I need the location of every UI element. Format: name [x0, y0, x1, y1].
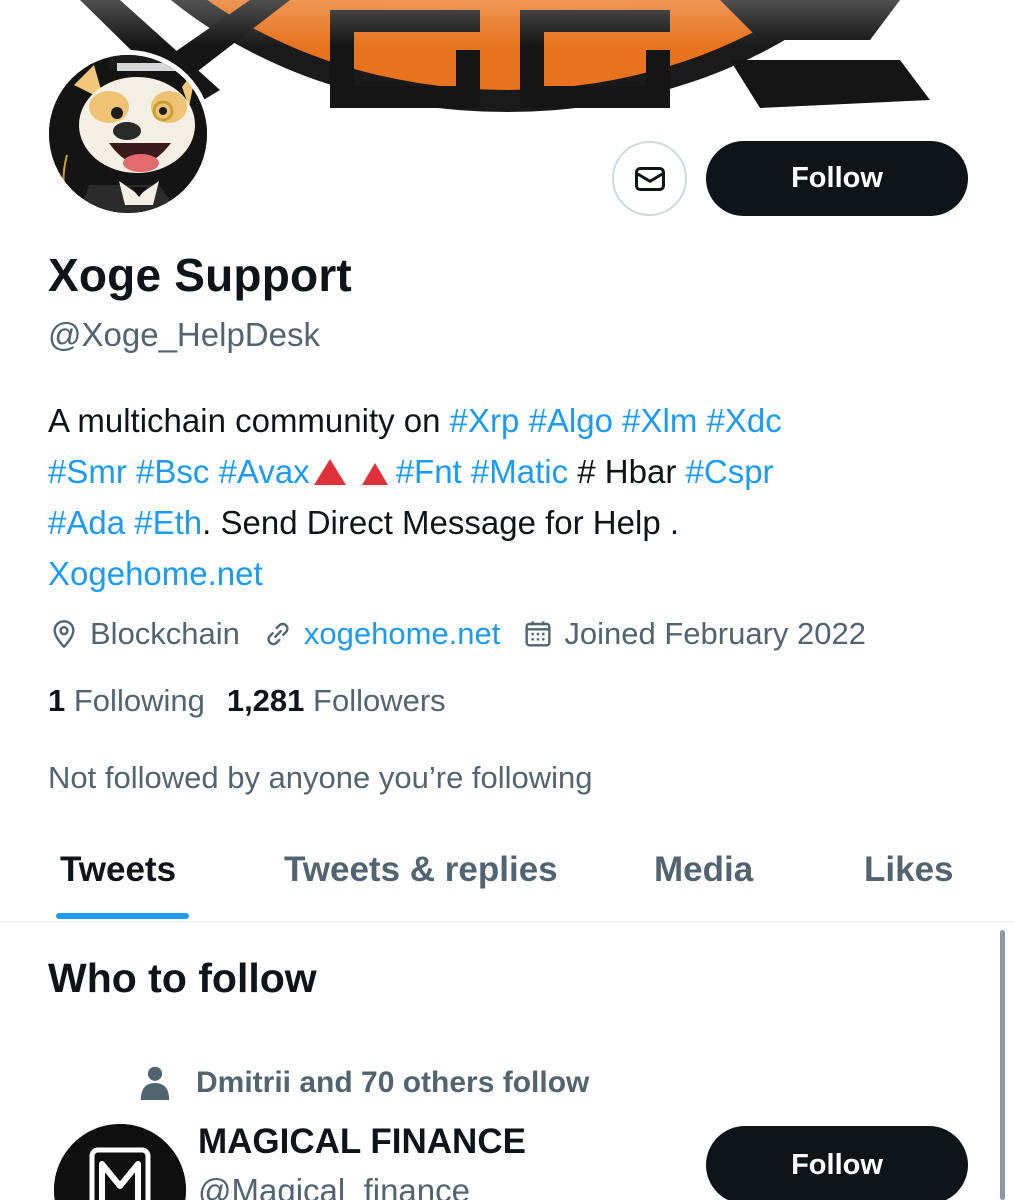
- person-icon: [140, 1066, 170, 1100]
- tab-tweets-and-replies[interactable]: Tweets & replies: [284, 850, 558, 890]
- profile-meta: Blockchain xogehome.net Joined February …: [48, 612, 888, 656]
- follow-counts: 1 Following 1,281 Followers: [48, 683, 446, 719]
- followers-label: Followers: [313, 683, 446, 718]
- follow-button[interactable]: Follow: [706, 141, 968, 216]
- hashtag-link[interactable]: #Bsc: [136, 453, 209, 490]
- hashtag-link[interactable]: #Eth: [134, 504, 202, 541]
- joined-item: Joined February 2022: [522, 616, 866, 652]
- hashtag-link[interactable]: #Avax: [219, 453, 310, 490]
- hashtag-link[interactable]: #Xdc: [707, 402, 782, 439]
- dog-mascot-image: [49, 55, 207, 213]
- bio-text: A multichain community on: [48, 402, 450, 439]
- hashtag-link[interactable]: #Smr: [48, 453, 127, 490]
- suggestion-follow-button[interactable]: Follow: [706, 1126, 968, 1200]
- website-link[interactable]: xogehome.net: [304, 616, 500, 652]
- profile-name: Xoge Support: [48, 249, 352, 301]
- who-to-follow-title: Who to follow: [48, 955, 317, 1001]
- location-pin-icon: [53, 620, 75, 649]
- message-button[interactable]: [612, 141, 687, 216]
- profile-tabs: Tweets Tweets & replies Media Likes: [0, 836, 1014, 922]
- hashtag-link[interactable]: #Matic: [471, 453, 568, 490]
- hashtag-link[interactable]: #Xrp: [450, 402, 520, 439]
- calendar-icon: [525, 621, 551, 647]
- location-item: Blockchain: [48, 616, 240, 652]
- website-item[interactable]: xogehome.net: [262, 616, 500, 652]
- suggestion-avatar[interactable]: [54, 1124, 186, 1200]
- following-label: Following: [73, 683, 205, 718]
- suggestion-name[interactable]: MAGICAL FINANCE: [198, 1122, 526, 1162]
- scrollbar[interactable]: [1000, 930, 1005, 1200]
- magical-finance-logo: [54, 1124, 186, 1200]
- following-link[interactable]: 1 Following: [48, 683, 205, 718]
- hashtag-link[interactable]: #Xlm: [622, 402, 697, 439]
- envelope-icon: [634, 166, 665, 191]
- tab-tweets[interactable]: Tweets: [60, 850, 176, 890]
- red-triangle-icon: [313, 459, 346, 485]
- profile-bio: A multichain community on #Xrp #Algo #Xl…: [48, 395, 968, 599]
- active-tab-indicator: [56, 913, 189, 919]
- profile-avatar[interactable]: [44, 50, 212, 218]
- bio-website-link[interactable]: Xogehome.net: [48, 555, 263, 592]
- bio-text: # Hbar: [577, 453, 677, 490]
- followers-count: 1,281: [226, 683, 305, 718]
- link-icon: [267, 622, 289, 646]
- not-followed-notice: Not followed by anyone you’re following: [48, 760, 593, 795]
- red-triangle-icon: [361, 463, 388, 485]
- profile-handle: @Xoge_HelpDesk: [48, 316, 320, 353]
- hashtag-link[interactable]: #Ada: [48, 504, 125, 541]
- hashtag-link[interactable]: #Cspr: [686, 453, 774, 490]
- bio-text: . Send Direct Message for Help .: [202, 504, 680, 541]
- suggestion-handle: @Magical_finance: [198, 1172, 470, 1200]
- following-count: 1: [48, 683, 66, 718]
- tab-likes[interactable]: Likes: [864, 850, 954, 890]
- followers-link[interactable]: 1,281 Followers: [227, 683, 446, 718]
- social-context: Dmitrii and 70 others follow: [138, 1064, 589, 1102]
- tab-media[interactable]: Media: [654, 850, 753, 890]
- joined-text: Joined February 2022: [564, 616, 866, 651]
- hashtag-link[interactable]: #Fnt: [396, 453, 462, 490]
- location-text: Blockchain: [90, 616, 240, 651]
- hashtag-link[interactable]: #Algo: [529, 402, 613, 439]
- social-context-text: Dmitrii and 70 others follow: [196, 1066, 590, 1099]
